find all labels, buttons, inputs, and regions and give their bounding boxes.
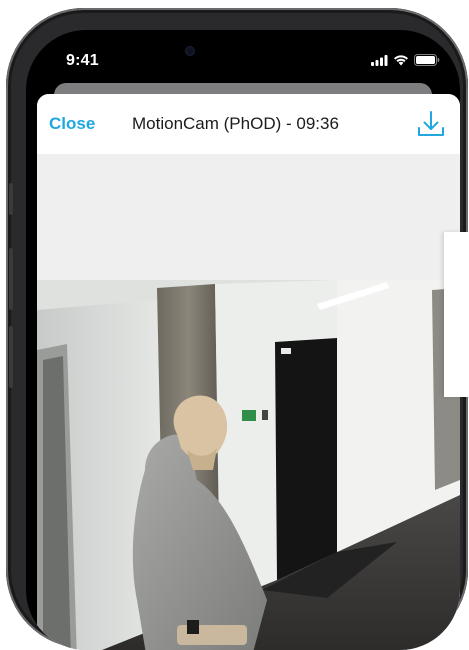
volume-up-button — [9, 248, 13, 310]
close-button[interactable]: Close — [49, 114, 95, 134]
battery-icon — [414, 54, 440, 66]
volume-down-button — [9, 326, 13, 388]
nav-bar: Close MotionCam (PhOD) - 09:36 — [37, 94, 460, 154]
wifi-icon — [394, 55, 408, 66]
camera-photo[interactable] — [37, 280, 460, 650]
page-title: MotionCam (PhOD) - 09:36 — [132, 114, 339, 133]
status-time: 9:41 — [66, 52, 99, 69]
mute-switch — [9, 183, 13, 215]
front-camera-icon — [185, 46, 195, 56]
photo-viewer-sheet: Close MotionCam (PhOD) - 09:36 — [37, 94, 460, 650]
phone-screen: 9:41 Close MotionCam (PhOD) - 09:36 — [26, 30, 460, 650]
status-bar: 9:41 — [26, 30, 460, 86]
phone-frame: 9:41 Close MotionCam (PhOD) - 09:36 — [6, 8, 468, 650]
image-top-padding — [37, 154, 460, 280]
signal-icon — [371, 54, 388, 66]
download-icon[interactable] — [416, 108, 446, 140]
status-icons — [371, 54, 440, 66]
adjacent-panel — [444, 232, 469, 397]
